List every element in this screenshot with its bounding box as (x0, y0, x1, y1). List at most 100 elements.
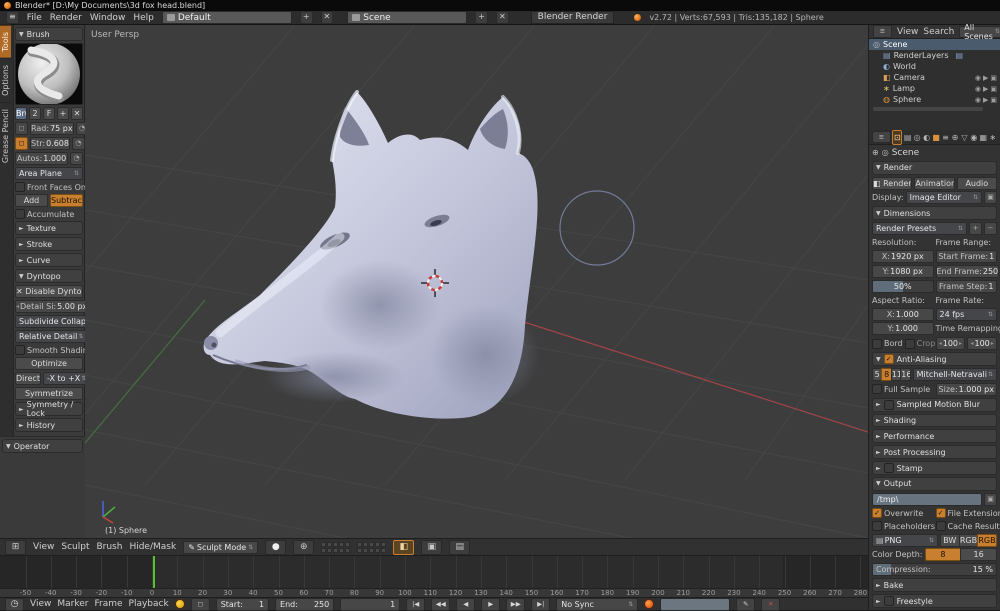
optimize-button[interactable]: Optimize (15, 357, 83, 370)
fox-head-mesh[interactable] (204, 92, 540, 419)
resolution-scale-slider[interactable]: 50% (872, 280, 934, 293)
rgb-button[interactable]: RGB (959, 534, 979, 547)
strength-pressure-toggle[interactable]: ◔ (72, 137, 85, 150)
stamp-panel-header[interactable]: ► Stamp (872, 461, 997, 475)
antialiasing-panel-header[interactable]: ▼ ✓ Anti-Aliasing (872, 352, 997, 366)
layer-toggle[interactable] (345, 542, 350, 547)
aa-samples-16-button[interactable]: 16 (900, 368, 910, 381)
visibility-toggle[interactable]: ◉ (975, 74, 981, 82)
layer-toggle[interactable] (375, 548, 380, 553)
editor-type-button[interactable]: ◷ (5, 598, 24, 611)
resolution-x-field[interactable]: X: 1920 px (872, 250, 934, 263)
timeline-menu-marker[interactable]: Marker (57, 599, 88, 609)
scene-select[interactable]: Scene (347, 11, 467, 24)
aspect-y-field[interactable]: Y: 1.000 (872, 322, 934, 335)
menu-file[interactable]: File (27, 13, 42, 23)
add-scene-button[interactable]: + (475, 11, 488, 24)
subtract-direction-button[interactable]: Subtract (50, 194, 83, 207)
pivot-point-button[interactable]: ⊕ (293, 540, 314, 555)
outliner-menu-view[interactable]: View (897, 27, 918, 37)
output-path-field[interactable]: /tmp\ (872, 493, 982, 506)
layer-toggle[interactable] (363, 548, 368, 553)
blender-splash-icon[interactable] (634, 14, 641, 21)
remove-preset-button[interactable]: − (984, 222, 997, 235)
properties-tab-object[interactable]: ■ (932, 131, 940, 144)
viewport-shading-button[interactable]: ● (265, 540, 286, 555)
outliner-scrollbar[interactable] (873, 107, 983, 111)
properties-tab-scene[interactable]: ◎ (913, 131, 921, 144)
current-frame-field[interactable]: 1 (340, 598, 400, 611)
jump-to-start-button[interactable]: |◀ (406, 598, 425, 611)
mode-select[interactable]: ✎ Sculpt Mode ⇅ (183, 541, 258, 554)
end-frame-field[interactable]: End: 250 (275, 598, 334, 611)
aa-size-field[interactable]: Size: 1.000 px (936, 383, 998, 396)
properties-tab-material[interactable]: ◉ (970, 131, 978, 144)
record-button[interactable] (644, 599, 654, 609)
outliner-item-camera[interactable]: ◧ Camera ◉ ▶ ▣ (869, 72, 1000, 83)
layer-toggle[interactable] (381, 548, 386, 553)
outliner-item-world[interactable]: ◐ World (869, 61, 1000, 72)
border-checkbox[interactable] (872, 339, 882, 349)
symmetry-lock-panel-header[interactable]: ► Symmetry / Lock (15, 402, 83, 416)
add-preset-button[interactable]: + (969, 222, 982, 235)
performance-panel-header[interactable]: ► Performance (872, 429, 997, 443)
editor-type-button[interactable]: ⊞ (5, 540, 26, 555)
brush-panel-header[interactable]: ▼ Brush (15, 27, 83, 41)
timeline-menu-playback[interactable]: Playback (129, 599, 169, 609)
insert-keyframe-button[interactable]: ✎ (736, 598, 755, 611)
aspect-x-field[interactable]: X: 1.000 (872, 308, 934, 321)
properties-tab-data[interactable]: ▽ (960, 131, 968, 144)
render-panel-header[interactable]: ▼ Render (872, 161, 997, 175)
detail-size-slider[interactable]: ◂ Detail Si: 5.00 px ▸ (15, 300, 92, 313)
delete-scene-button[interactable]: ✕ (496, 11, 509, 24)
selectability-toggle[interactable]: ▶ (983, 85, 988, 93)
layer-toggle[interactable] (357, 548, 362, 553)
placeholders-checkbox[interactable] (872, 521, 882, 531)
selectability-toggle[interactable]: ▶ (983, 96, 988, 104)
properties-tab-particles[interactable]: ∗ (989, 131, 997, 144)
accumulate-checkbox[interactable] (15, 209, 25, 219)
add-layout-button[interactable]: + (300, 11, 313, 24)
end-frame-field[interactable]: End Frame: 250 (936, 265, 1000, 278)
audio-button[interactable]: Audio (957, 177, 997, 190)
display-select[interactable]: Image Editor ⇅ (906, 191, 982, 204)
front-faces-checkbox[interactable] (15, 182, 25, 192)
properties-tab-modifiers[interactable]: ⊕ (951, 131, 959, 144)
outliner-item-sphere[interactable]: ◍ Sphere ◉ ▶ ▣ (869, 94, 1000, 105)
snap-toggle-button[interactable]: ◧ (393, 540, 414, 555)
crop-checkbox[interactable] (905, 339, 915, 349)
outliner-item-scene[interactable]: ◎ Scene (869, 39, 1000, 50)
next-keyframe-button[interactable]: ▶▶ (506, 598, 525, 611)
bake-panel-header[interactable]: ► Bake (872, 578, 997, 592)
opengl-render-anim-button[interactable]: ▤ (449, 540, 470, 555)
menu-hide-mask[interactable]: Hide/Mask (129, 542, 176, 552)
layer-toggle[interactable] (375, 542, 380, 547)
play-reverse-button[interactable]: ◀ (456, 598, 475, 611)
curve-panel-header[interactable]: ► Curve (15, 253, 83, 267)
motion-blur-checkbox[interactable] (884, 400, 894, 410)
layer-toggle[interactable] (369, 548, 374, 553)
start-frame-field[interactable]: Start Frame: 1 (936, 250, 998, 263)
outliner-item-renderlayers[interactable]: ▤ RenderLayers ▤ (869, 50, 1000, 61)
menu-view[interactable]: View (33, 542, 54, 552)
operator-panel-header[interactable]: ▼ Operator (2, 439, 83, 453)
visibility-toggle[interactable]: ◉ (975, 85, 981, 93)
layer-toggle[interactable] (339, 542, 344, 547)
bw-button[interactable]: BW (940, 534, 960, 547)
add-direction-button[interactable]: Add (15, 194, 48, 207)
file-format-select[interactable]: ▤ PNG ⇅ (872, 534, 938, 547)
jump-to-end-button[interactable]: ▶| (531, 598, 550, 611)
symmetrize-direction-select[interactable]: -X to +X ⇅ (43, 372, 90, 385)
disable-dyntopo-button[interactable]: ✕ Disable Dyntopo (15, 285, 83, 298)
render-button[interactable]: ◧ Render (872, 177, 912, 190)
browse-folder-button[interactable]: ▣ (984, 493, 997, 506)
layer-toggle[interactable] (363, 542, 368, 547)
frame-step-field[interactable]: Frame Step: 1 (936, 280, 998, 293)
antialiasing-checkbox[interactable]: ✓ (884, 354, 894, 364)
freestyle-panel-header[interactable]: ► Freestyle (872, 594, 997, 608)
dyntopo-detail-mode-select[interactable]: Relative Detail ⇅ (15, 330, 87, 343)
delete-keyframe-button[interactable]: ✕ (761, 598, 780, 611)
layer-toggle[interactable] (333, 542, 338, 547)
radius-slider[interactable]: Rad: 75 px (30, 122, 74, 135)
delete-layout-button[interactable]: ✕ (321, 11, 334, 24)
